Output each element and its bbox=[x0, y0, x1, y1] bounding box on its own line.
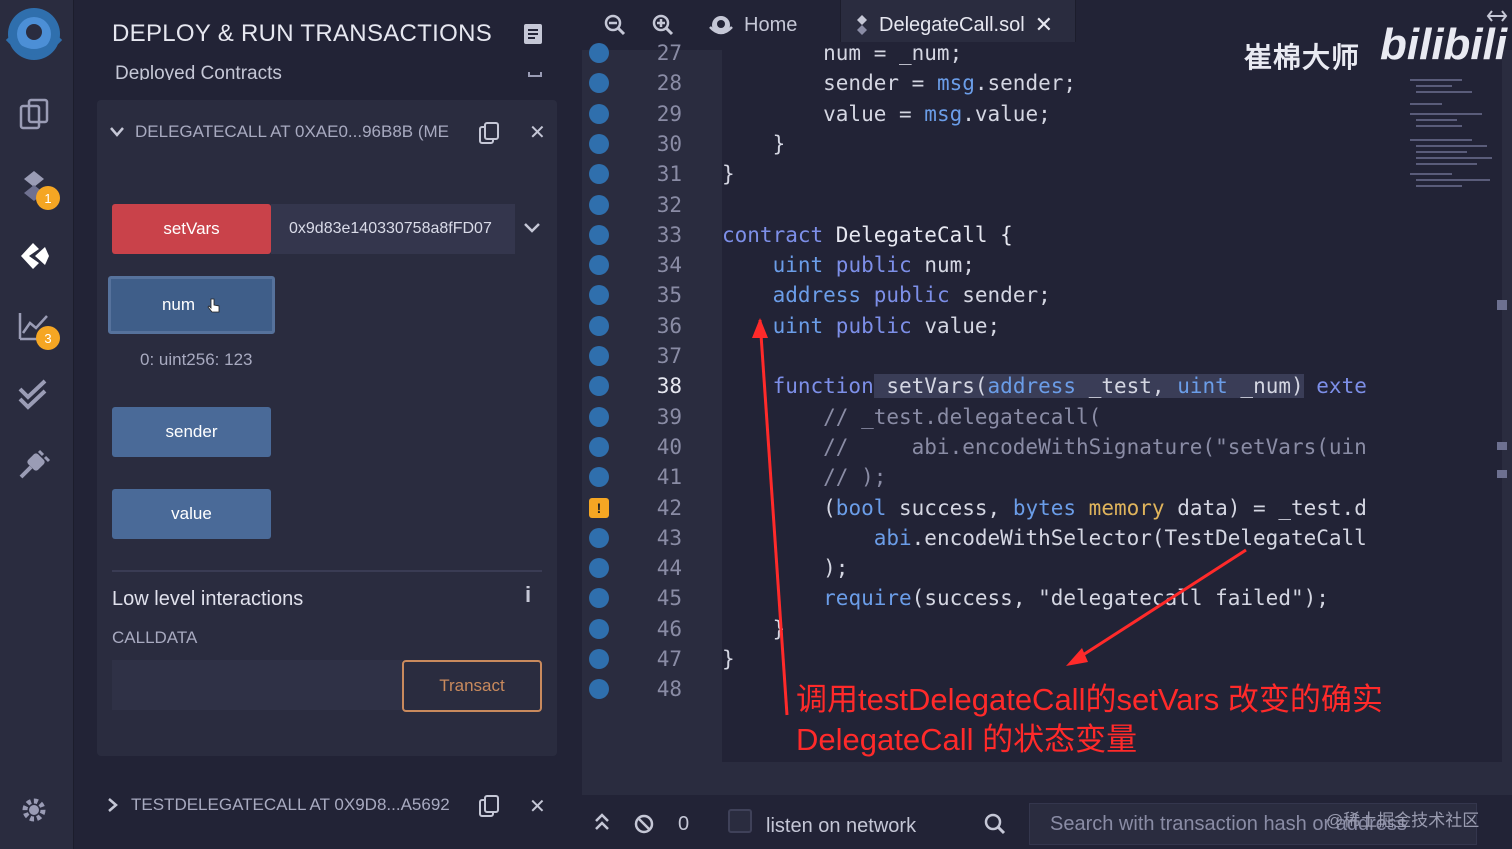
solidity-compiler-icon[interactable]: 1 bbox=[14, 166, 60, 210]
instance-header[interactable]: DELEGATECALL AT 0XAE0...96B8B (ME bbox=[109, 122, 449, 142]
num-result: 0: uint256: 123 bbox=[140, 350, 253, 369]
deployed-contracts-header: Deployed Contracts bbox=[115, 63, 282, 80]
plugin-manager-icon[interactable] bbox=[14, 444, 54, 484]
setvars-button[interactable]: setVars bbox=[112, 204, 271, 254]
listen-network-label: listen on network bbox=[766, 815, 917, 837]
clear-console-icon[interactable] bbox=[633, 813, 655, 835]
listen-network-checkbox[interactable] bbox=[728, 809, 752, 833]
sender-button[interactable]: sender bbox=[112, 407, 271, 457]
instance-label: DELEGATECALL AT 0XAE0...96B8B (ME bbox=[135, 122, 450, 141]
divider bbox=[112, 570, 542, 572]
collapse-terminal-icon[interactable] bbox=[594, 813, 610, 831]
annotation-text-line1: 调用testDelegateCall的setVars 改变的确实 bbox=[796, 682, 1383, 717]
setvars-args-input[interactable]: 0x9d83e140330758a8fFD07 bbox=[271, 204, 515, 254]
low-level-title: Low level interactions bbox=[112, 588, 304, 610]
annotation-text-line2: DelegateCall 的状态变量 bbox=[796, 722, 1138, 757]
copy-address-icon[interactable] bbox=[478, 794, 500, 818]
calldata-input[interactable] bbox=[112, 660, 402, 710]
copy-address-icon[interactable] bbox=[478, 121, 500, 145]
instance-card: DELEGATECALL AT 0XAE0...96B8B (ME ✕ setV… bbox=[97, 100, 557, 756]
panel-title: DEPLOY & RUN TRANSACTIONS bbox=[112, 20, 493, 47]
value-button[interactable]: value bbox=[112, 489, 271, 539]
remove-instance-icon[interactable]: ✕ bbox=[529, 120, 546, 145]
instance2-label: TESTDELEGATECALL AT 0X9D8...A5692 bbox=[131, 795, 450, 814]
num-button[interactable]: num bbox=[108, 276, 275, 334]
file-explorer-icon[interactable] bbox=[14, 94, 54, 134]
transact-button[interactable]: Transact bbox=[402, 660, 542, 712]
expand-args-chevron-icon[interactable] bbox=[523, 221, 541, 235]
compiler-badge: 1 bbox=[36, 186, 60, 210]
pending-tx-count: 0 bbox=[678, 813, 690, 835]
pointer-cursor-icon bbox=[207, 298, 220, 313]
settings-gear-icon[interactable] bbox=[14, 790, 54, 830]
testing-icon[interactable] bbox=[14, 374, 54, 414]
remove-instance-icon[interactable]: ✕ bbox=[529, 794, 546, 819]
chevron-right-icon[interactable] bbox=[107, 797, 119, 813]
deploy-run-icon[interactable] bbox=[14, 236, 54, 276]
chevron-down-icon[interactable] bbox=[109, 126, 125, 138]
num-button-label: num bbox=[161, 295, 196, 314]
calldata-label: CALLDATA bbox=[112, 628, 198, 647]
site-credit-watermark: @稀土掘金技术社区 bbox=[1326, 811, 1480, 830]
analysis-icon[interactable]: 3 bbox=[14, 306, 60, 350]
clear-instances-icon[interactable] bbox=[527, 64, 543, 78]
icon-rail: 1 3 bbox=[0, 0, 74, 849]
editor-area: Home DelegateCall.sol ✕ 27 28 29 30 31 3… bbox=[582, 0, 1512, 849]
analysis-badge: 3 bbox=[36, 326, 60, 350]
deploy-run-panel: DEPLOY & RUN TRANSACTIONS Deployed Contr… bbox=[75, 0, 580, 849]
info-icon[interactable]: i bbox=[525, 582, 531, 608]
search-icon bbox=[984, 813, 1006, 835]
remix-logo-icon[interactable] bbox=[2, 4, 66, 66]
documentation-icon[interactable] bbox=[522, 22, 544, 46]
instance2-header[interactable]: TESTDELEGATECALL AT 0X9D8...A5692 bbox=[107, 795, 450, 815]
